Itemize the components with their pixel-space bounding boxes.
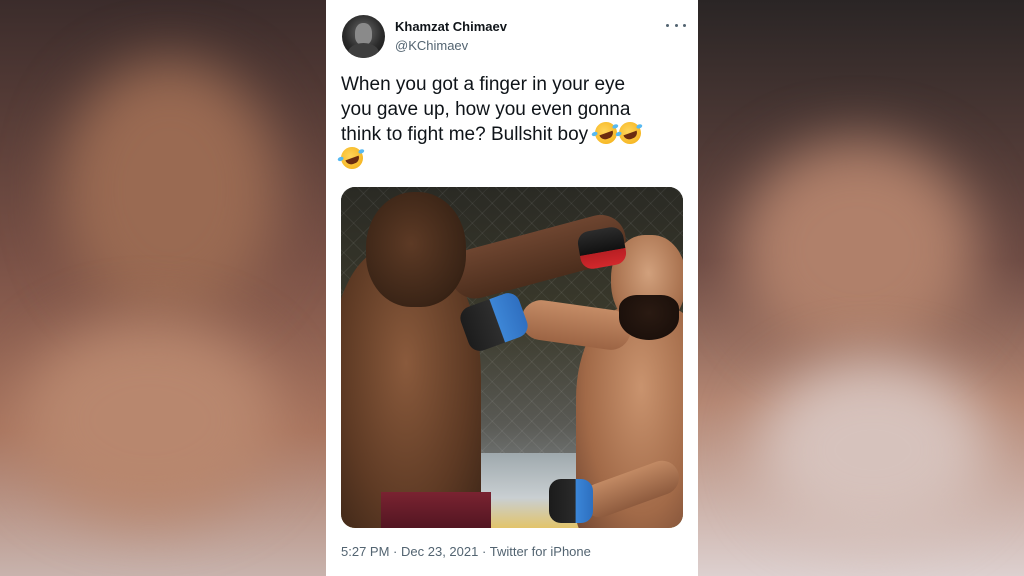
tweet-date[interactable]: Dec 23, 2021: [401, 544, 478, 559]
blurred-background-left: [0, 0, 326, 576]
author-handle[interactable]: @KChimaev: [395, 38, 468, 53]
more-horizontal-icon-dot: [674, 23, 678, 27]
tweet-text-line: When you got a finger in your eye: [341, 74, 626, 95]
photo-bottom-glove: [549, 479, 593, 523]
meta-separator: ·: [481, 544, 487, 559]
more-horizontal-icon: [666, 23, 669, 27]
tweet-photo[interactable]: [341, 187, 683, 528]
video-frame: Khamzat Chimaev @KChimaev When you got a…: [0, 0, 1024, 576]
tweet-text-line: you gave up, how you even gonna: [341, 99, 631, 120]
blurred-background-right: [698, 0, 1024, 576]
rolling-on-floor-laughing-emoji: [616, 118, 645, 148]
more-horizontal-icon-dot: [683, 23, 686, 27]
tweet-text: When you got a finger in your eye you ga…: [337, 72, 686, 173]
tweet-source[interactable]: Twitter for iPhone: [490, 544, 591, 559]
avatar-face: [355, 23, 372, 45]
meta-separator: ·: [393, 544, 398, 559]
avatar[interactable]: [342, 15, 385, 58]
photo-fighter-left-head: [366, 192, 466, 307]
photo-fighter-right-beard: [619, 295, 679, 340]
avatar-body: [348, 43, 379, 58]
author-display-name[interactable]: Khamzat Chimaev: [395, 19, 507, 34]
photo-fighter-left-shorts: [381, 492, 491, 528]
tweet-card: Khamzat Chimaev @KChimaev When you got a…: [326, 0, 698, 576]
tweet-meta: 5:27 PM · Dec 23, 2021 · Twitter for iPh…: [341, 544, 591, 559]
more-options-button[interactable]: [666, 17, 686, 33]
tweet-time[interactable]: 5:27 PM: [341, 544, 389, 559]
rolling-on-floor-laughing-emoji: [337, 143, 367, 173]
tweet-text-line: think to fight me? Bullshit boy: [341, 124, 589, 145]
